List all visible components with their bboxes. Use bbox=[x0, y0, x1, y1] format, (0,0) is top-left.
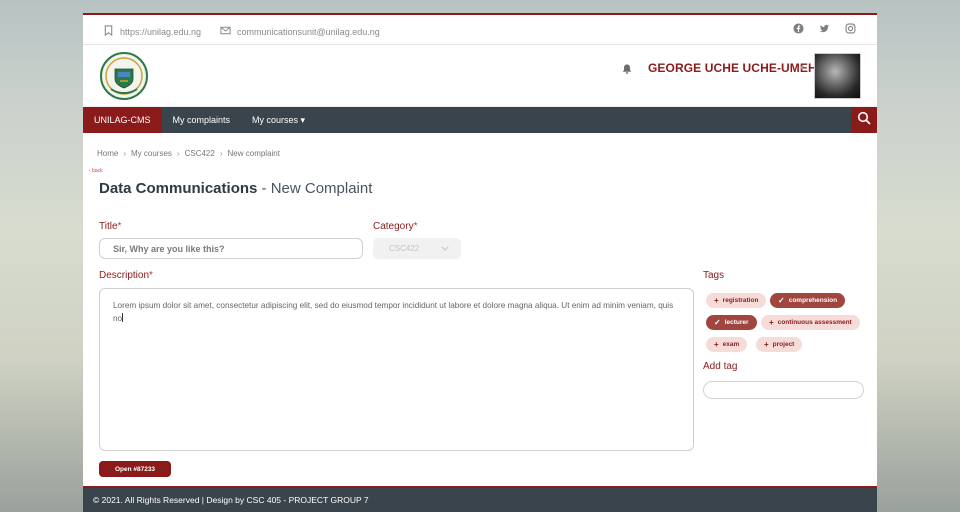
tag-project[interactable]: + project bbox=[756, 337, 803, 352]
page-title: Data Communications - New Complaint bbox=[99, 180, 372, 197]
category-select[interactable]: CSC422 bbox=[373, 238, 461, 259]
tag-exam[interactable]: + exam bbox=[706, 337, 748, 352]
search-button[interactable] bbox=[851, 107, 877, 133]
instagram-icon[interactable] bbox=[845, 23, 857, 35]
breadcrumb-my-courses[interactable]: My courses bbox=[131, 149, 172, 158]
category-label: Category* bbox=[373, 221, 418, 232]
tag-lecturer[interactable]: ✓ lecturer bbox=[706, 315, 757, 330]
footer-text: © 2021. All Rights Reserved | Design by bbox=[93, 495, 245, 505]
unilag-logo[interactable] bbox=[99, 51, 149, 101]
user-name[interactable]: GEORGE UCHE UCHE-UMEH bbox=[648, 61, 817, 75]
check-icon: ✓ bbox=[778, 296, 785, 305]
chevron-down-icon bbox=[441, 244, 449, 253]
breadcrumb-course[interactable]: CSC422 bbox=[185, 149, 215, 158]
tag-comprehension[interactable]: ✓ comprehension bbox=[770, 293, 846, 308]
site-footer: © 2021. All Rights Reserved | Design by … bbox=[83, 486, 877, 512]
footer-credit-link[interactable]: CSC 405 - PROJECT GROUP 7 bbox=[247, 495, 369, 505]
site-header: GEORGE UCHE UCHE-UMEH ▾ bbox=[83, 45, 877, 107]
breadcrumb-current: New complaint bbox=[227, 149, 280, 158]
avatar[interactable] bbox=[814, 53, 861, 99]
nav-item-my-courses[interactable]: My courses ▾ bbox=[241, 107, 316, 133]
plus-icon: + bbox=[714, 340, 719, 349]
email-text: communicationsunit@unilag.edu.ng bbox=[237, 26, 380, 37]
main-nav: UNILAG-CMS My complaints My courses ▾ bbox=[83, 107, 877, 133]
website-link[interactable]: https://unilag.edu.ng bbox=[103, 25, 201, 38]
check-icon: ✓ bbox=[714, 318, 721, 327]
plus-icon: + bbox=[769, 318, 774, 327]
description-text: Lorem ipsum dolor sit amet, consectetur … bbox=[113, 301, 674, 323]
course-name: Data Communications bbox=[99, 180, 258, 197]
website-text: https://unilag.edu.ng bbox=[120, 26, 202, 37]
plus-icon: + bbox=[764, 340, 769, 349]
category-value: CSC422 bbox=[389, 244, 420, 253]
bookmark-icon bbox=[103, 25, 114, 38]
breadcrumb-chevron-icon: › bbox=[123, 149, 127, 158]
social-links bbox=[793, 23, 857, 35]
add-tag-input[interactable] bbox=[703, 381, 864, 399]
page-container: https://unilag.edu.ng communicationsunit… bbox=[83, 13, 877, 512]
plus-icon: + bbox=[714, 296, 719, 305]
facebook-icon[interactable] bbox=[793, 23, 805, 35]
nav-brand[interactable]: UNILAG-CMS bbox=[83, 107, 162, 133]
title-input[interactable]: Sir, Why are you like this? bbox=[99, 238, 363, 259]
page-title-suffix: - New Complaint bbox=[257, 180, 373, 197]
top-info-bar: https://unilag.edu.ng communicationsunit… bbox=[83, 15, 877, 45]
breadcrumb: Home › My courses › CSC422 › New complai… bbox=[97, 149, 280, 158]
twitter-icon[interactable] bbox=[819, 23, 831, 35]
text-cursor bbox=[122, 313, 124, 322]
breadcrumb-chevron-icon: › bbox=[219, 149, 223, 158]
description-label: Description* bbox=[99, 270, 153, 281]
nav-item-my-complaints[interactable]: My complaints bbox=[162, 107, 242, 133]
mail-icon bbox=[220, 25, 231, 38]
notification-bell-icon[interactable] bbox=[621, 62, 633, 74]
tag-registration[interactable]: + registration bbox=[706, 293, 767, 308]
description-textarea[interactable]: Lorem ipsum dolor sit amet, consectetur … bbox=[99, 288, 694, 451]
user-menu-caret-icon[interactable]: ▾ bbox=[800, 63, 804, 72]
tag-continuous-assessment[interactable]: + continuous assessment bbox=[761, 315, 860, 330]
add-tag-label: Add tag bbox=[703, 361, 738, 372]
back-link[interactable]: ‹ back bbox=[89, 168, 103, 174]
open-complaint-button[interactable]: Open #87233 bbox=[99, 461, 171, 477]
breadcrumb-home[interactable]: Home bbox=[97, 149, 118, 158]
search-icon bbox=[857, 111, 871, 130]
breadcrumb-chevron-icon: › bbox=[176, 149, 180, 158]
title-label: Title* bbox=[99, 221, 122, 232]
email-link[interactable]: communicationsunit@unilag.edu.ng bbox=[220, 25, 380, 38]
tags-label: Tags bbox=[703, 270, 725, 281]
